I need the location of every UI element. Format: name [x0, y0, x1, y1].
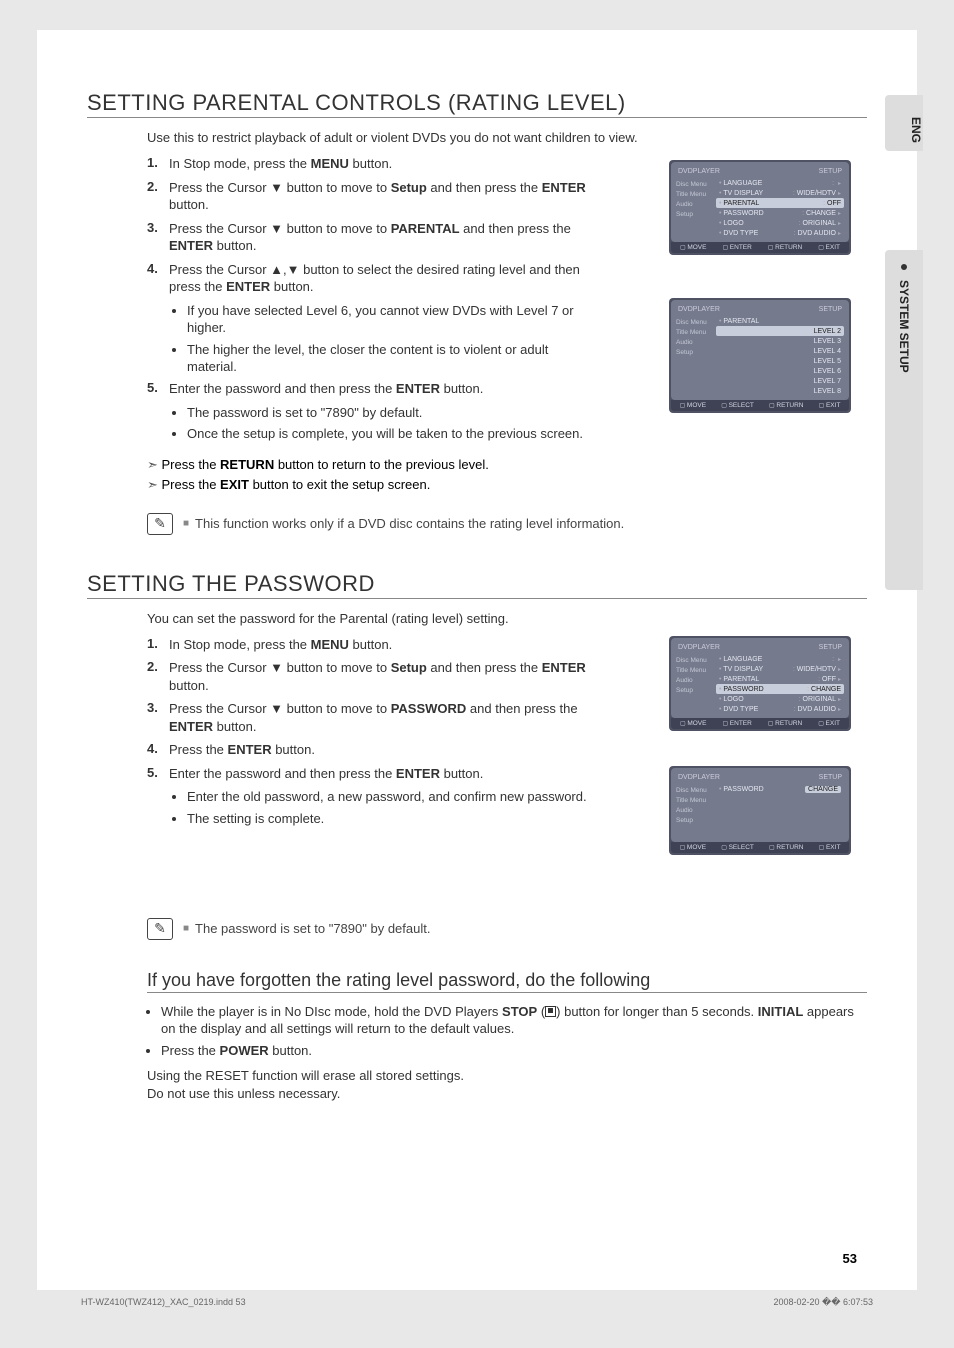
list-item: The password is set to "7890" by default…	[187, 404, 592, 422]
list-item: If you have selected Level 6, you cannot…	[187, 302, 592, 337]
footer-timestamp: 2008-02-20 �� 6:07:53	[773, 1297, 873, 1308]
list-item: 3.Press the Cursor ▼ button to move to P…	[147, 220, 592, 255]
list-item: Press the POWER button.	[161, 1042, 867, 1060]
list-item: Once the setup is complete, you will be …	[187, 425, 592, 443]
list-item: Press the RETURN button to return to the…	[147, 457, 592, 473]
section2-title: SETTING THE PASSWORD	[87, 571, 867, 599]
list-item: 2.Press the Cursor ▼ button to move to S…	[147, 659, 592, 694]
osd-screenshot-password-setup: DVDPLAYERSETUPDisc MenuTitle MenuAudioSe…	[669, 636, 851, 731]
note-icon: ✎	[147, 513, 173, 535]
side-tab-section: SYSTEM SETUP	[885, 250, 923, 590]
page-number: 53	[843, 1251, 857, 1266]
section1-intro: Use this to restrict playback of adult o…	[147, 130, 867, 145]
list-item: 4.Press the ENTER button.	[147, 741, 592, 759]
section2-intro: You can set the password for the Parenta…	[147, 611, 867, 626]
section2-note-text: The password is set to "7890" by default…	[195, 921, 430, 936]
osd-screenshot-parental-levels: DVDPLAYERSETUPDisc MenuTitle MenuAudioSe…	[669, 298, 851, 413]
section1-note-text: This function works only if a DVD disc c…	[195, 516, 624, 531]
list-item: 4.Press the Cursor ▲,▼ button to select …	[147, 261, 592, 296]
section2-steps: 1.In Stop mode, press the MENU button. 2.…	[147, 636, 592, 828]
list-item: Enter the old password, a new password, …	[187, 788, 592, 806]
section3-plain1: Using the RESET function will erase all …	[147, 1067, 867, 1085]
list-item: 5.Enter the password and then press the …	[147, 765, 592, 783]
osd-screenshot-parental-setup: DVDPLAYERSETUPDisc MenuTitle MenuAudioSe…	[669, 160, 851, 255]
side-section-label: SYSTEM SETUP	[897, 280, 911, 373]
section1-title: SETTING PARENTAL CONTROLS (RATING LEVEL)	[87, 90, 867, 118]
list-item: 2.Press the Cursor ▼ button to move to S…	[147, 179, 592, 214]
bullet-icon: ■	[183, 518, 189, 529]
section3-plain2: Do not use this unless necessary.	[147, 1085, 867, 1103]
side-tab-language: ENG	[885, 95, 923, 151]
section1-steps: 1.In Stop mode, press the MENU button. 2.…	[147, 155, 592, 443]
footer-filename: HT-WZ410(TWZ412)_XAC_0219.indd 53	[81, 1297, 246, 1308]
section2-note: ✎ ■ The password is set to "7890" by def…	[147, 918, 867, 940]
list-item: 5.Enter the password and then press the …	[147, 380, 592, 398]
osd-screenshot-password-change: DVDPLAYERSETUPDisc MenuTitle MenuAudioSe…	[669, 766, 851, 855]
section1-note: ✎ ■ This function works only if a DVD di…	[147, 513, 867, 535]
bullet-icon: ■	[183, 923, 189, 934]
list-item: The higher the level, the closer the con…	[187, 341, 592, 376]
list-item: The setting is complete.	[187, 810, 592, 828]
note-icon: ✎	[147, 918, 173, 940]
list-item: 3.Press the Cursor ▼ button to move to P…	[147, 700, 592, 735]
section1-arrow-notes: Press the RETURN button to return to the…	[147, 457, 592, 493]
stop-icon	[545, 1006, 556, 1017]
list-item: While the player is in No DIsc mode, hol…	[161, 1003, 867, 1038]
bullet-icon	[901, 264, 907, 270]
section3-title: If you have forgotten the rating level p…	[147, 970, 867, 993]
section3-bullets: While the player is in No DIsc mode, hol…	[161, 1003, 867, 1060]
list-item: Press the EXIT button to exit the setup …	[147, 477, 592, 493]
list-item: 1.In Stop mode, press the MENU button.	[147, 636, 592, 654]
list-item: 1.In Stop mode, press the MENU button.	[147, 155, 592, 173]
